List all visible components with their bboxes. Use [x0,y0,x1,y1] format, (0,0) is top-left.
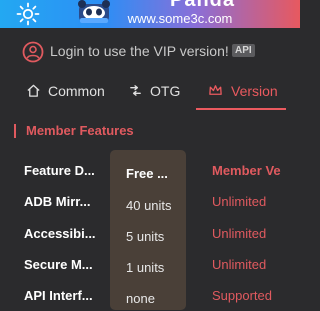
table-row-feature: Accessibi... [24,226,96,241]
crown-icon [209,85,222,95]
table-row-free: 5 units [126,229,165,244]
table-row-free: 1 units [126,260,165,275]
tab-common[interactable]: Common [26,76,112,108]
tab-otg[interactable]: OTG [128,76,208,108]
home-icon [27,84,40,97]
table-row-free: 40 units [126,198,172,213]
otg-icon [130,85,141,96]
table-row-feature: Secure M... [24,257,93,272]
login-row[interactable]: Login to use the VIP version! API [0,36,300,68]
table-row-feature: ADB Mirr... [24,194,91,209]
api-badge: API [232,44,255,57]
header-banner: Panda www.some3c.com [0,0,300,28]
table-row-member: Unlimited [212,194,267,209]
table-row-member: Unlimited [212,226,267,241]
tab-version-label: Version [231,83,278,99]
section-title: Member Features [14,124,134,138]
table-header-feature: Feature D... [24,163,95,178]
active-tab-indicator [196,108,286,110]
table-row-member: Supported [212,288,272,303]
tab-otg-label: OTG [150,83,181,99]
table-row-member: Unlimited [212,257,267,272]
table-header-free: Free ... [126,166,168,181]
login-prompt[interactable]: Login to use the VIP version! [50,43,229,59]
table-row-feature: API Interf... [24,288,93,303]
user-icon [22,41,44,63]
table-header-member: Member Ve [212,163,281,178]
tab-bar: Common OTG Version [0,76,300,110]
site-url: www.some3c.com [127,11,233,26]
table-row-free: none [126,291,155,306]
tab-version[interactable]: Version [208,76,286,108]
tab-common-label: Common [48,83,105,99]
